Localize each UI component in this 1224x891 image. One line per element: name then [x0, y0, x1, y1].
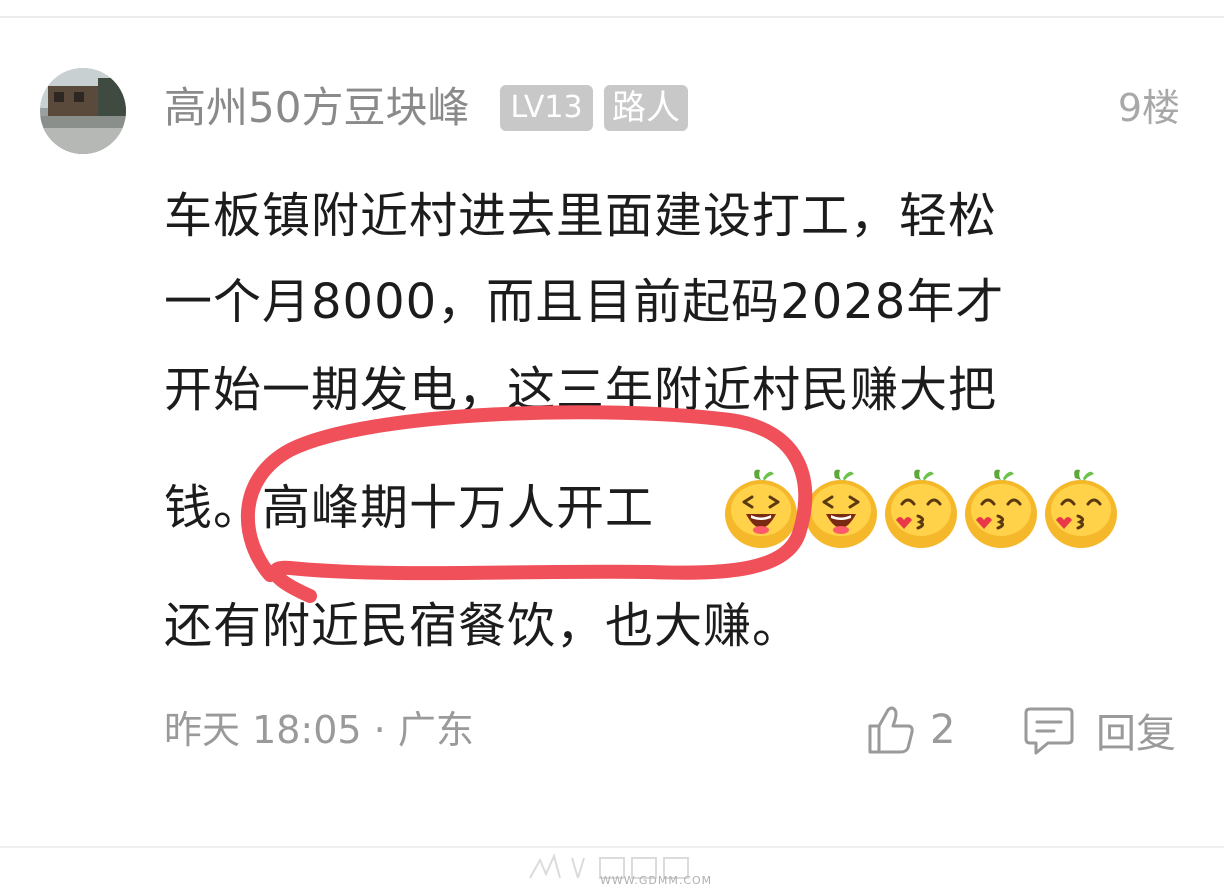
top-divider: [0, 16, 1224, 18]
user-avatar[interactable]: [40, 68, 126, 154]
emoji-row: [722, 464, 1120, 554]
comment-text-line: 车板镇附近村进去里面建设打工，轻松: [164, 188, 998, 244]
laughing-orange-emoji: [805, 469, 877, 548]
like-button[interactable]: 2: [866, 700, 955, 760]
thumbs-up-icon: [868, 706, 914, 754]
comment-text-line: 钱。高峰期十万人开工: [164, 480, 655, 536]
reply-button[interactable]: 回复: [1022, 700, 1176, 760]
kiss-orange-emoji: [1045, 469, 1117, 548]
level-badge: LV13: [500, 85, 593, 131]
reply-label: 回复: [1096, 711, 1176, 757]
like-count: 2: [930, 707, 956, 753]
comment-page: 高州50方豆块峰 LV13 路人 9楼 车板镇附近村进去里面建设打工，轻松 一个…: [0, 0, 1224, 891]
kiss-orange-emoji: [965, 469, 1037, 548]
floor-number: 9楼: [1117, 86, 1180, 130]
comment-bubble-icon: [1024, 707, 1074, 755]
comment-text-line: 一个月8000，而且目前起码2028年才: [164, 274, 1005, 330]
role-badge: 路人: [604, 85, 688, 131]
comment-time-location: 昨天 18:05 · 广东: [164, 708, 474, 752]
comment-text-line: 还有附近民宿餐饮，也大赚。: [164, 598, 802, 654]
watermark-text: WWW.GDMM.COM: [600, 874, 713, 887]
kiss-orange-emoji: [885, 469, 957, 548]
avatar-photo: [40, 68, 126, 154]
laughing-orange-emoji: [725, 469, 797, 548]
username[interactable]: 高州50方豆块峰: [164, 80, 469, 136]
comment-text-line: 开始一期发电，这三年附近村民赚大把: [164, 362, 998, 418]
